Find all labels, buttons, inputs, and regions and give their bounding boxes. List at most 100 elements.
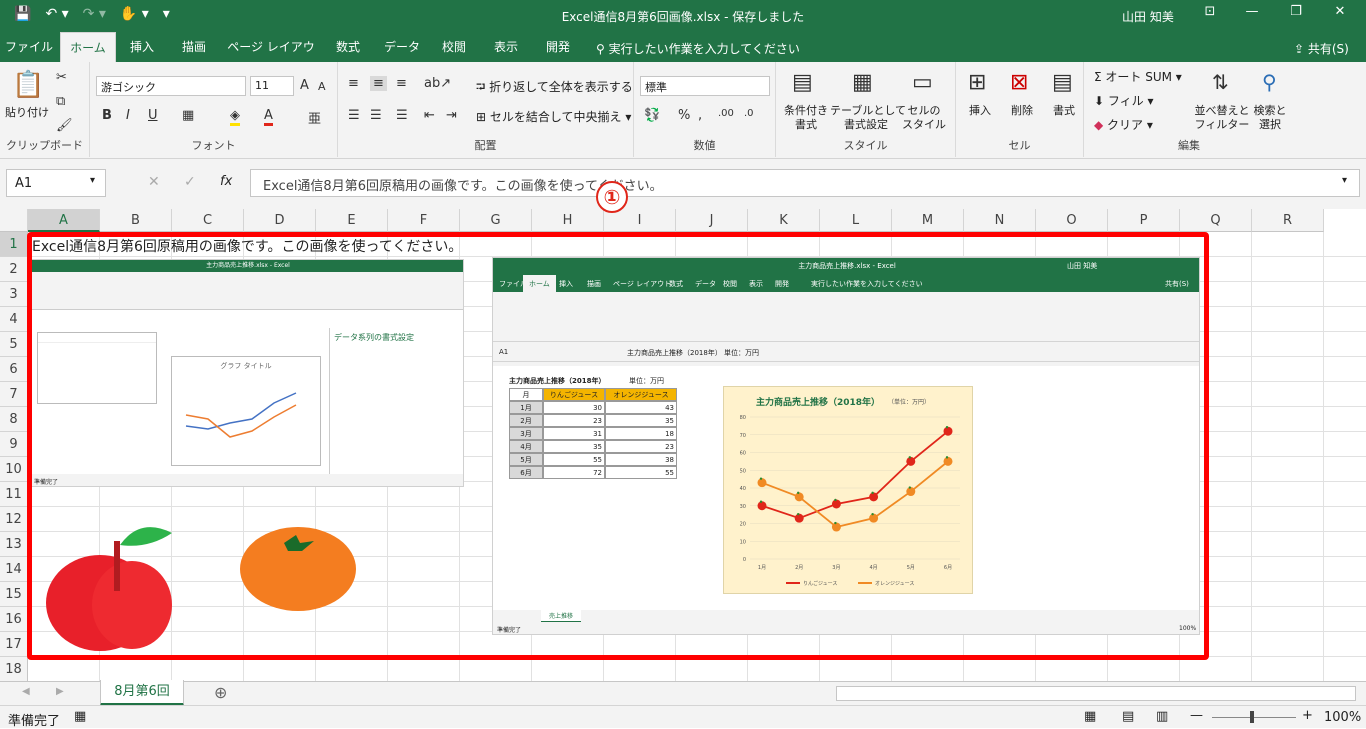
horizontal-scrollbar[interactable] <box>836 686 1356 701</box>
column-header-g[interactable]: G <box>460 209 532 232</box>
increase-indent-icon[interactable]: ⇥ <box>446 108 457 123</box>
normal-view-icon[interactable]: ▦ <box>1084 709 1096 724</box>
percent-icon[interactable]: % <box>678 108 690 123</box>
accounting-format-icon[interactable]: 💱 <box>644 108 660 123</box>
number-format-select[interactable]: 標準 <box>640 76 770 96</box>
column-header-a[interactable]: A <box>28 209 100 232</box>
cell-styles-button[interactable]: セルの スタイル <box>898 104 950 132</box>
column-header-k[interactable]: K <box>748 209 820 232</box>
page-break-view-icon[interactable]: ▥ <box>1156 709 1168 724</box>
row-header-5[interactable]: 5 <box>0 332 28 357</box>
autosum-button[interactable]: Σ オート SUM ▾ <box>1094 70 1182 84</box>
sheet-tab-8gatsu[interactable]: 8月第6回 <box>100 680 184 706</box>
column-header-h[interactable]: H <box>532 209 604 232</box>
prev-sheet-icon[interactable]: ◀ <box>22 686 30 697</box>
next-sheet-icon[interactable]: ▶ <box>56 686 64 697</box>
tab-insert[interactable]: 挿入 <box>118 32 166 62</box>
row-header-17[interactable]: 17 <box>0 632 28 657</box>
sort-filter-button[interactable]: 並べ替えと フィルター <box>1190 104 1254 132</box>
conditional-format-icon[interactable]: ▤ <box>792 70 813 95</box>
row-header-3[interactable]: 3 <box>0 282 28 307</box>
grow-font-icon[interactable]: A <box>300 78 309 93</box>
format-as-table-icon[interactable]: ▦ <box>852 70 873 95</box>
zoom-level[interactable]: 100% <box>1324 710 1361 725</box>
tab-view[interactable]: 表示 <box>482 32 530 62</box>
tab-review[interactable]: 校閲 <box>430 32 478 62</box>
tab-file[interactable]: ファイル <box>0 32 58 62</box>
enter-icon[interactable]: ✓ <box>184 174 196 190</box>
align-bottom-icon[interactable]: ≡ <box>396 76 407 91</box>
insert-cells-button[interactable]: 挿入 <box>960 104 1000 118</box>
borders-icon[interactable]: ▦ <box>182 108 194 123</box>
delete-cells-button[interactable]: 削除 <box>1002 104 1042 118</box>
tab-data[interactable]: データ <box>378 32 426 62</box>
increase-decimal-icon[interactable]: .00 <box>718 108 734 119</box>
cell-styles-icon[interactable]: ▭ <box>912 70 933 95</box>
row-header-2[interactable]: 2 <box>0 257 28 282</box>
row-header-16[interactable]: 16 <box>0 607 28 632</box>
format-as-table-button[interactable]: テーブルとして 書式設定 <box>830 104 906 132</box>
column-header-n[interactable]: N <box>964 209 1036 232</box>
column-header-e[interactable]: E <box>316 209 388 232</box>
column-header-l[interactable]: L <box>820 209 892 232</box>
select-all-corner[interactable] <box>0 209 28 232</box>
row-header-8[interactable]: 8 <box>0 407 28 432</box>
row-header-7[interactable]: 7 <box>0 382 28 407</box>
row-header-14[interactable]: 14 <box>0 557 28 582</box>
format-painter-icon[interactable]: 🖌 <box>56 118 73 133</box>
column-header-d[interactable]: D <box>244 209 316 232</box>
add-sheet-icon[interactable]: ⊕ <box>214 683 227 702</box>
shrink-font-icon[interactable]: A <box>318 80 326 93</box>
tab-draw[interactable]: 描画 <box>170 32 218 62</box>
row-header-9[interactable]: 9 <box>0 432 28 457</box>
tab-formulas[interactable]: 数式 <box>324 32 372 62</box>
name-box-dropdown-icon[interactable]: ▾ <box>90 175 95 186</box>
align-top-icon[interactable]: ≡ <box>348 76 359 91</box>
paste-icon[interactable]: 📋 <box>12 70 44 100</box>
row-header-18[interactable]: 18 <box>0 657 28 681</box>
decrease-indent-icon[interactable]: ⇤ <box>424 108 435 123</box>
paste-button[interactable]: 貼り付け <box>4 106 50 120</box>
row-header-4[interactable]: 4 <box>0 307 28 332</box>
close-icon[interactable]: ✕ <box>1320 4 1360 26</box>
worksheet-grid[interactable]: ABCDEFGHIJKLMNOPQR 1 2 3 4 5 6 7 8 9 10 11 12 13 14 15… <box>0 209 1366 681</box>
underline-icon[interactable]: U <box>148 108 158 123</box>
tab-home[interactable]: ホーム <box>60 32 116 62</box>
align-right-icon[interactable]: ☰ <box>396 108 408 123</box>
format-cells-icon[interactable]: ▤ <box>1052 70 1073 95</box>
column-header-c[interactable]: C <box>172 209 244 232</box>
insert-cells-icon[interactable]: ⊞ <box>968 70 986 95</box>
align-left-icon[interactable]: ☰ <box>348 108 360 123</box>
column-header-f[interactable]: F <box>388 209 460 232</box>
zoom-slider[interactable] <box>1212 717 1296 718</box>
conditional-format-button[interactable]: 条件付き 書式 <box>778 104 834 132</box>
minimize-icon[interactable]: — <box>1232 4 1272 26</box>
page-layout-view-icon[interactable]: ▤ <box>1122 709 1134 724</box>
column-header-o[interactable]: O <box>1036 209 1108 232</box>
expand-formula-icon[interactable]: ▾ <box>1342 175 1347 186</box>
user-name[interactable]: 山田 知美 <box>1122 8 1174 25</box>
column-header-q[interactable]: Q <box>1180 209 1252 232</box>
zoom-in-icon[interactable]: + <box>1302 708 1313 723</box>
align-center-icon[interactable]: ☰ <box>370 108 382 123</box>
tell-me-search[interactable]: ⚲ 実行したい作業を入力してください <box>596 40 800 57</box>
row-header-1[interactable]: 1 <box>0 232 28 257</box>
row-header-12[interactable]: 12 <box>0 507 28 532</box>
copy-icon[interactable]: ⧉ <box>56 94 65 109</box>
delete-cells-icon[interactable]: ⊠ <box>1010 70 1028 95</box>
formula-input[interactable]: Excel通信8月第6回原稿用の画像です。この画像を使ってください。 <box>250 169 1360 197</box>
row-header-11[interactable]: 11 <box>0 482 28 507</box>
row-header-6[interactable]: 6 <box>0 357 28 382</box>
ribbon-display-icon[interactable]: ⊡ <box>1190 4 1230 26</box>
font-color-icon[interactable]: A <box>264 108 273 126</box>
format-cells-button[interactable]: 書式 <box>1044 104 1084 118</box>
cancel-icon[interactable]: ✕ <box>148 174 160 190</box>
decrease-decimal-icon[interactable]: .0 <box>744 108 754 119</box>
column-header-j[interactable]: J <box>676 209 748 232</box>
row-header-10[interactable]: 10 <box>0 457 28 482</box>
font-name-select[interactable]: 游ゴシック <box>96 76 246 96</box>
italic-icon[interactable]: I <box>126 108 130 123</box>
column-header-b[interactable]: B <box>100 209 172 232</box>
fill-button[interactable]: ⬇ フィル ▾ <box>1094 94 1153 108</box>
row-header-13[interactable]: 13 <box>0 532 28 557</box>
